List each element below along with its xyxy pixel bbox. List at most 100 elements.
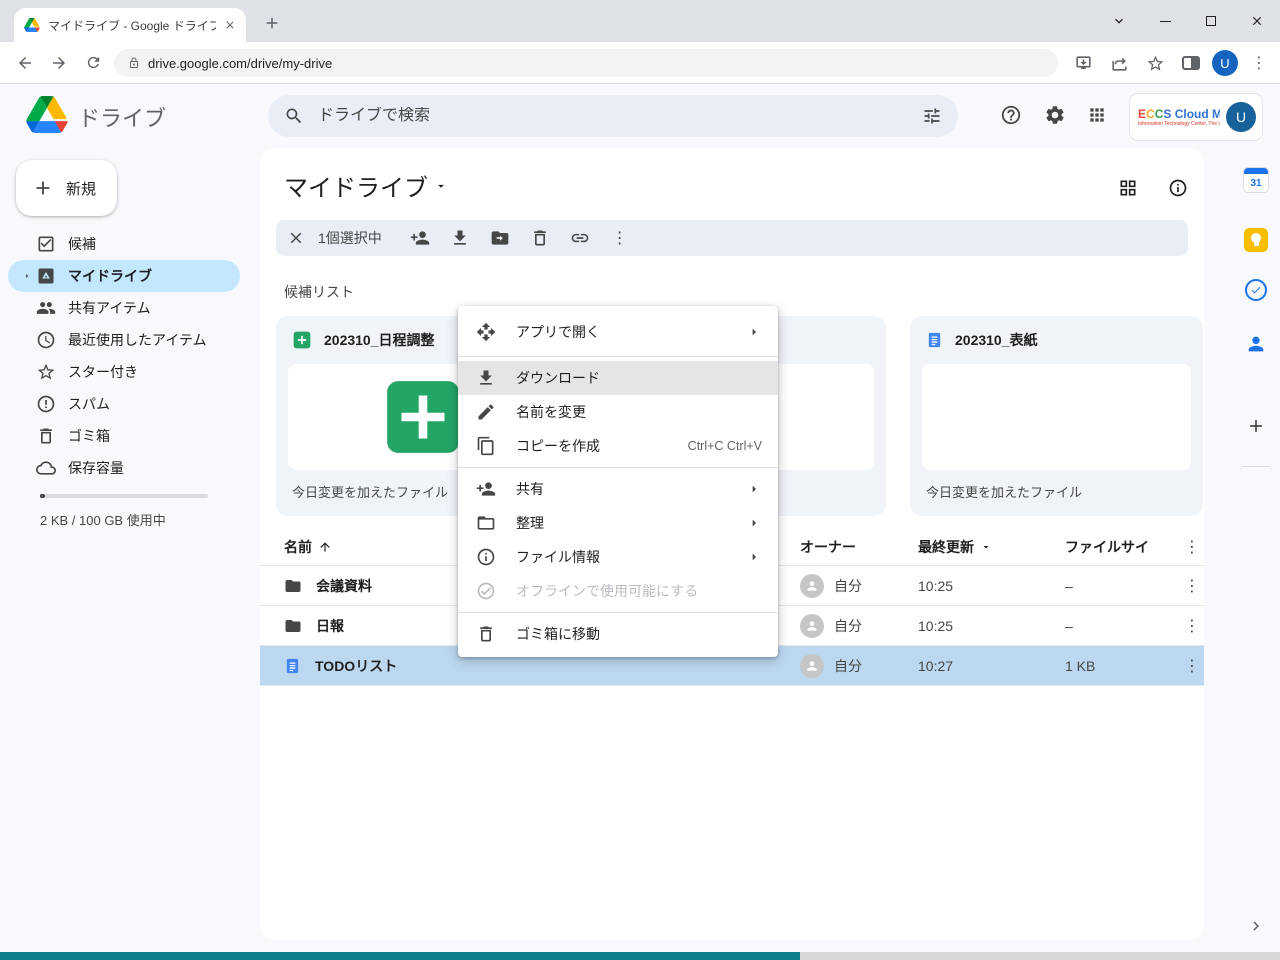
modified-time: 10:25 (918, 578, 1065, 594)
keep-icon[interactable] (1240, 224, 1272, 256)
lock-icon (128, 57, 140, 69)
submenu-arrow-icon (746, 481, 762, 497)
new-button[interactable]: 新規 (16, 160, 117, 216)
owner-label: 自分 (834, 656, 862, 676)
recording-progress-remainder (800, 952, 1280, 960)
tab-search-chevron-icon[interactable] (1096, 0, 1142, 42)
account-badge[interactable]: ECCS Cloud Mail Information Technology C… (1130, 94, 1262, 140)
sheets-logo-large-icon (380, 374, 466, 460)
menu-item-organize[interactable]: 整理 (458, 506, 778, 540)
window-controls (1096, 0, 1280, 42)
owner-avatar (800, 574, 824, 598)
menu-item-download[interactable]: ダウンロード (458, 361, 778, 395)
menu-divider (458, 356, 778, 357)
submenu-arrow-icon (746, 515, 762, 531)
panel-expand-chevron-icon[interactable] (1240, 910, 1272, 942)
column-header-size[interactable]: ファイルサイ (1065, 537, 1177, 557)
address-bar[interactable]: drive.google.com/drive/my-drive (114, 49, 1058, 77)
drive-profile-avatar[interactable]: U (1226, 102, 1256, 132)
tab-close-icon[interactable] (224, 19, 236, 31)
drive-search-bar[interactable] (268, 95, 958, 137)
browser-menu-icon[interactable]: ⋮ (1244, 48, 1274, 78)
grid-view-toggle-icon[interactable] (1112, 172, 1144, 204)
context-menu: アプリで開く ダウンロード 名前を変更 コピーを作成 Ctrl+C Ctrl+V (458, 306, 778, 657)
back-button[interactable] (8, 46, 42, 80)
column-header-modified[interactable]: 最終更新 (918, 537, 1065, 557)
spam-alert-icon (36, 394, 56, 414)
modified-time: 10:25 (918, 618, 1065, 634)
settings-gear-icon[interactable] (1040, 100, 1070, 130)
download-icon[interactable] (440, 220, 480, 256)
storage-progress-bar (40, 494, 208, 498)
browser-profile-avatar[interactable]: U (1212, 50, 1238, 76)
expand-caret-icon[interactable] (22, 271, 32, 281)
sheets-file-icon (292, 330, 312, 350)
share-person-add-icon[interactable] (400, 220, 440, 256)
menu-item-share[interactable]: 共有 (458, 472, 778, 506)
trash-icon (36, 426, 56, 446)
sidebar-nav: 候補 マイドライブ 共有アイテム 最 (0, 228, 256, 484)
menu-item-file-info[interactable]: ファイル情報 (458, 540, 778, 574)
search-input[interactable] (318, 107, 908, 125)
sidebar-item-storage[interactable]: 保存容量 (0, 452, 256, 484)
side-panel-icon[interactable] (1176, 48, 1206, 78)
drive-favicon-icon (24, 18, 40, 32)
docs-file-icon (926, 330, 943, 350)
clear-selection-icon[interactable] (276, 220, 316, 256)
move-to-folder-icon[interactable] (480, 220, 520, 256)
sidebar-item-suggested[interactable]: 候補 (0, 228, 256, 260)
window-maximize-button[interactable] (1188, 0, 1234, 42)
search-options-icon[interactable] (922, 106, 942, 126)
eccs-logo-subtext: Information Technology Center, The Unive… (1138, 121, 1220, 127)
reload-button[interactable] (76, 46, 110, 80)
menu-item-open-with[interactable]: アプリで開く (458, 312, 778, 352)
google-apps-grid-icon[interactable] (1082, 100, 1112, 130)
more-actions-icon[interactable]: ⋮ (600, 220, 640, 256)
window-close-button[interactable] (1234, 0, 1280, 42)
my-drive-icon (36, 266, 56, 286)
install-icon[interactable] (1068, 48, 1098, 78)
share-person-add-icon (476, 479, 496, 499)
row-more-actions-icon[interactable]: ⋮ (1177, 576, 1207, 596)
owner-label: 自分 (834, 616, 862, 636)
menu-item-move-to-trash[interactable]: ゴミ箱に移動 (458, 617, 778, 651)
drive-header: ドライブ ECCS Cloud Mail (0, 84, 1280, 148)
row-more-actions-icon[interactable]: ⋮ (1177, 656, 1207, 676)
trash-icon[interactable] (520, 220, 560, 256)
menu-item-make-copy[interactable]: コピーを作成 Ctrl+C Ctrl+V (458, 429, 778, 463)
share-icon[interactable] (1104, 48, 1134, 78)
file-name: 日報 (316, 616, 344, 636)
menu-shortcut: Ctrl+C Ctrl+V (688, 439, 762, 453)
new-tab-button[interactable] (258, 9, 286, 37)
card-thumbnail (922, 364, 1191, 470)
row-more-actions-icon[interactable]: ⋮ (1177, 616, 1207, 636)
copy-link-icon[interactable] (560, 220, 600, 256)
menu-item-rename[interactable]: 名前を変更 (458, 395, 778, 429)
sidebar-item-spam[interactable]: スパム (0, 388, 256, 420)
bookmark-star-icon[interactable] (1140, 48, 1170, 78)
sidebar-item-recent[interactable]: 最近使用したアイテム (0, 324, 256, 356)
add-addon-plus-icon[interactable] (1240, 410, 1272, 442)
help-icon[interactable] (996, 100, 1026, 130)
window-minimize-button[interactable] (1142, 0, 1188, 42)
sidebar-item-shared[interactable]: 共有アイテム (0, 292, 256, 324)
eccs-logo: ECCS Cloud Mail Information Technology C… (1138, 107, 1220, 127)
details-info-icon[interactable] (1162, 172, 1194, 204)
storage-progress-fill (40, 494, 45, 498)
forward-button[interactable] (42, 46, 76, 80)
sidebar-item-my-drive[interactable]: マイドライブ (8, 260, 240, 292)
sidebar-item-starred[interactable]: スター付き (0, 356, 256, 388)
sidebar-item-trash[interactable]: ゴミ箱 (0, 420, 256, 452)
column-options-icon[interactable]: ⋮ (1177, 537, 1207, 557)
page-title[interactable]: マイドライブ (284, 168, 448, 203)
file-name: TODOリスト (315, 656, 397, 676)
suggested-card-docs[interactable]: 202310_表紙 今日変更を加えたファイル (910, 316, 1203, 516)
contacts-icon[interactable] (1240, 328, 1272, 360)
menu-item-offline: オフラインで使用可能にする (458, 574, 778, 608)
menu-divider (458, 467, 778, 468)
browser-tab[interactable]: マイドライブ - Google ドライブ (14, 8, 246, 42)
tasks-icon[interactable] (1240, 274, 1272, 306)
calendar-icon[interactable]: 31 (1240, 164, 1272, 196)
column-header-owner[interactable]: オーナー (800, 537, 918, 557)
owner-label: 自分 (834, 576, 862, 596)
